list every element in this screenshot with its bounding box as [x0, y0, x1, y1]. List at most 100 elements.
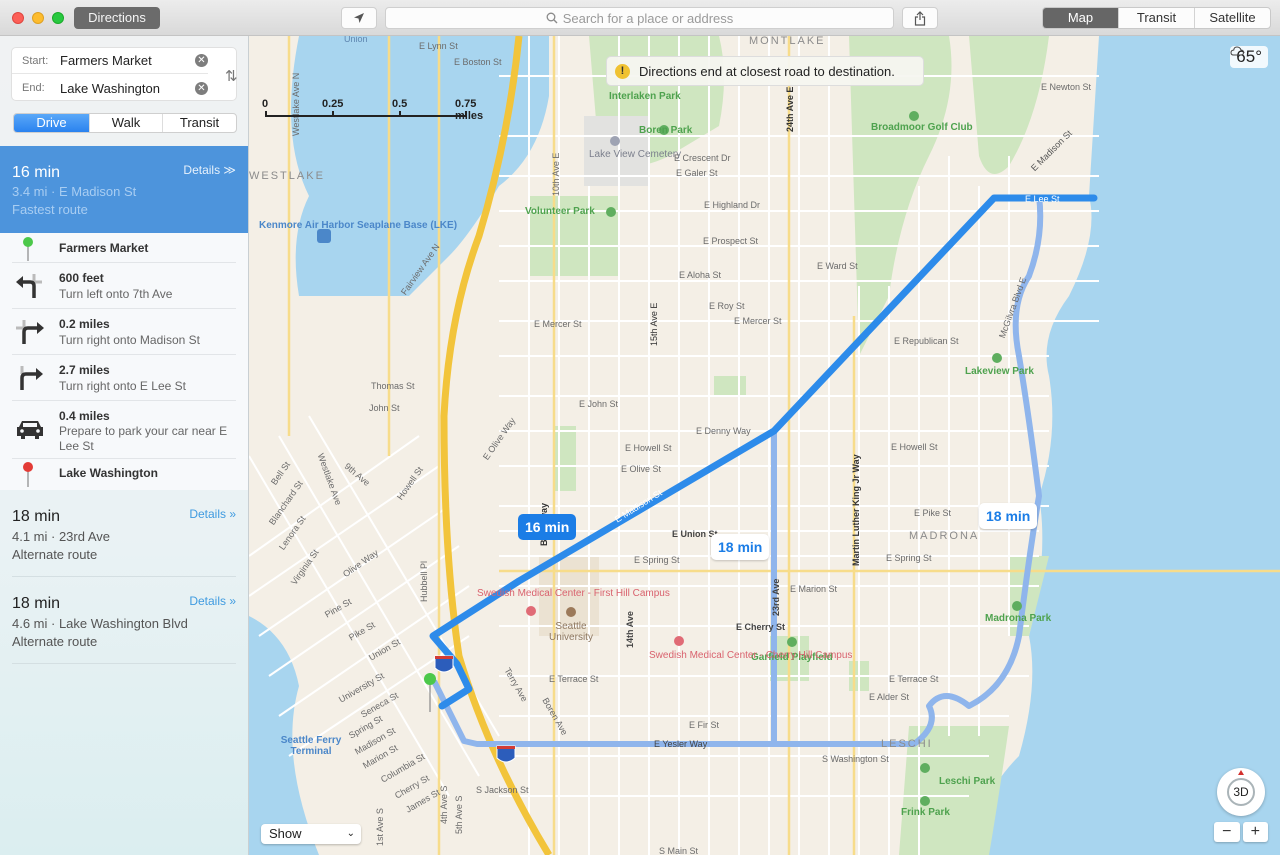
details-link[interactable]: Details »: [189, 507, 236, 521]
step-item[interactable]: Farmers Market: [0, 233, 248, 263]
search-placeholder: Search for a place or address: [562, 10, 734, 26]
compass-3d-button[interactable]: 3D: [1217, 768, 1265, 816]
street-label: E Alder St: [869, 692, 910, 702]
turn-left-icon: [16, 274, 42, 298]
street-label: Martin Luther King Jr Way: [851, 454, 861, 566]
current-location-button[interactable]: [341, 7, 377, 29]
route-time: 18 min: [12, 508, 61, 525]
map-label-union: Union: [344, 36, 368, 44]
details-link[interactable]: Details »: [189, 594, 236, 608]
map-label-frink-park: Frink Park: [901, 807, 950, 818]
scale-tick-label: 0.25: [322, 98, 344, 110]
map-label-seattle-university: Seattle University: [549, 621, 593, 643]
show-menu-label: Show: [269, 826, 302, 841]
street-label: 5th Ave S: [454, 795, 464, 834]
street-label: E Terrace St: [889, 674, 939, 684]
route-note: Alternate route: [12, 547, 98, 562]
street-label: 10th Ave E: [551, 152, 561, 196]
route-callout-fastest[interactable]: 16 min: [518, 514, 577, 540]
street-label: E John St: [579, 399, 619, 409]
park-icon: [920, 796, 930, 806]
step-item[interactable]: 0.4 miles Prepare to park your car near …: [0, 401, 248, 459]
start-end-fields: Start: Farmers Market ✕ End: Lake Washin…: [11, 47, 238, 101]
street-label: E Boston St: [454, 57, 502, 67]
street-label: E Spring St: [886, 553, 932, 563]
share-button[interactable]: [902, 7, 938, 29]
turn-right-icon: [16, 320, 44, 344]
step-title: 600 feet: [59, 271, 104, 285]
map-label-lake-view-cemetery: Lake View Cemetery: [589, 149, 682, 160]
map-mode-satellite[interactable]: Satellite: [1194, 8, 1270, 28]
map-mode-transit[interactable]: Transit: [1118, 8, 1194, 28]
street-label: E Olive St: [621, 464, 662, 474]
street-label: E Pike St: [914, 508, 952, 518]
route-option-alternate[interactable]: 18 min 4.6 mi · Lake Washington Blvd Alt…: [0, 577, 248, 664]
step-item[interactable]: 2.7 miles Turn right onto E Lee St: [0, 355, 248, 401]
park-icon: [920, 763, 930, 773]
map-label-kenmore-air-harbor: Kenmore Air Harbor Seaplane Base (LKE): [259, 220, 457, 231]
show-menu[interactable]: Show ⌄: [261, 824, 361, 844]
mode-walk[interactable]: Walk: [89, 114, 162, 132]
step-title: 0.2 miles: [59, 317, 110, 331]
directions-sidebar: Start: Farmers Market ✕ End: Lake Washin…: [0, 36, 249, 855]
route-option-selected[interactable]: 16 min 3.4 mi · E Madison St Fastest rou…: [0, 146, 248, 233]
step-item[interactable]: Lake Washington: [0, 459, 248, 490]
route-callout-alternate[interactable]: 18 min: [711, 534, 770, 560]
street-label: E Prospect St: [703, 236, 759, 246]
minimize-window-button[interactable]: [32, 12, 44, 24]
street-label: E Aloha St: [679, 270, 722, 280]
route-time: 18 min: [12, 595, 61, 612]
share-icon: [914, 10, 926, 26]
swap-icon[interactable]: ⇅: [225, 67, 238, 85]
step-desc: Turn right onto Madison St: [59, 333, 200, 347]
hospital-icon: [674, 636, 684, 646]
details-link[interactable]: Details ≫: [183, 163, 236, 177]
street-label: E Howell St: [891, 442, 938, 452]
step-desc: Turn left onto 7th Ave: [59, 287, 173, 301]
route-callout-alternate[interactable]: 18 min: [979, 503, 1038, 529]
step-item[interactable]: 600 feet Turn left onto 7th Ave: [0, 263, 248, 309]
street-label: E Mercer St: [534, 319, 582, 329]
step-item[interactable]: 0.2 miles Turn right onto Madison St: [0, 309, 248, 355]
route-time: 16 min: [12, 164, 61, 181]
zoom-window-button[interactable]: [52, 12, 64, 24]
map-label-madrona: MADRONA: [909, 530, 980, 542]
street-label: S Jackson St: [476, 785, 529, 795]
mode-transit[interactable]: Transit: [162, 114, 236, 132]
zoom-in-button[interactable]: +: [1242, 822, 1268, 842]
zoom-out-button[interactable]: −: [1214, 822, 1240, 842]
search-input[interactable]: Search for a place or address: [385, 7, 894, 29]
route-steps: Farmers Market 600 feet Turn left onto 7…: [0, 233, 248, 490]
notice-text: Directions end at closest road to destin…: [639, 63, 895, 79]
mode-drive[interactable]: Drive: [14, 114, 89, 132]
clear-start-icon[interactable]: ✕: [195, 54, 208, 67]
end-field[interactable]: Lake Washington: [60, 81, 195, 96]
map-label-westlake: WESTLAKE: [249, 170, 325, 182]
street-label: 14th Ave: [625, 611, 635, 648]
airport-icon: [317, 229, 331, 243]
map-label-leschi-park: Leschi Park: [939, 776, 996, 787]
directions-button[interactable]: Directions: [74, 7, 160, 29]
street-label: S Washington St: [822, 754, 889, 764]
park-icon: [787, 637, 797, 647]
map-mode-map[interactable]: Map: [1043, 8, 1118, 28]
street-label: E Yesler Way: [654, 739, 708, 749]
step-title: Farmers Market: [59, 241, 149, 255]
step-title: 0.4 miles: [59, 409, 110, 423]
street-label: John St: [369, 403, 400, 413]
start-field[interactable]: Farmers Market: [60, 53, 195, 68]
route-option-alternate[interactable]: 18 min 4.1 mi · 23rd Ave Alternate route…: [0, 490, 248, 577]
car-icon: [17, 421, 43, 439]
close-window-button[interactable]: [12, 12, 24, 24]
clear-end-icon[interactable]: ✕: [195, 81, 208, 95]
map-label-boren-park: Boren Park: [639, 125, 693, 136]
chevron-down-icon: ⌄: [346, 828, 355, 839]
hospital-icon: [526, 606, 536, 616]
red-pin-icon: [23, 462, 33, 487]
scale-tick: [465, 111, 467, 117]
route-note: Fastest route: [12, 202, 88, 217]
start-label: Start:: [22, 54, 49, 67]
map-view[interactable]: Union MONTLAKE WESTLAKE MADRONA LESCHI I…: [249, 36, 1280, 855]
map-label-broadmoor-golf-club: Broadmoor Golf Club: [871, 122, 973, 133]
park-icon: [606, 207, 616, 217]
